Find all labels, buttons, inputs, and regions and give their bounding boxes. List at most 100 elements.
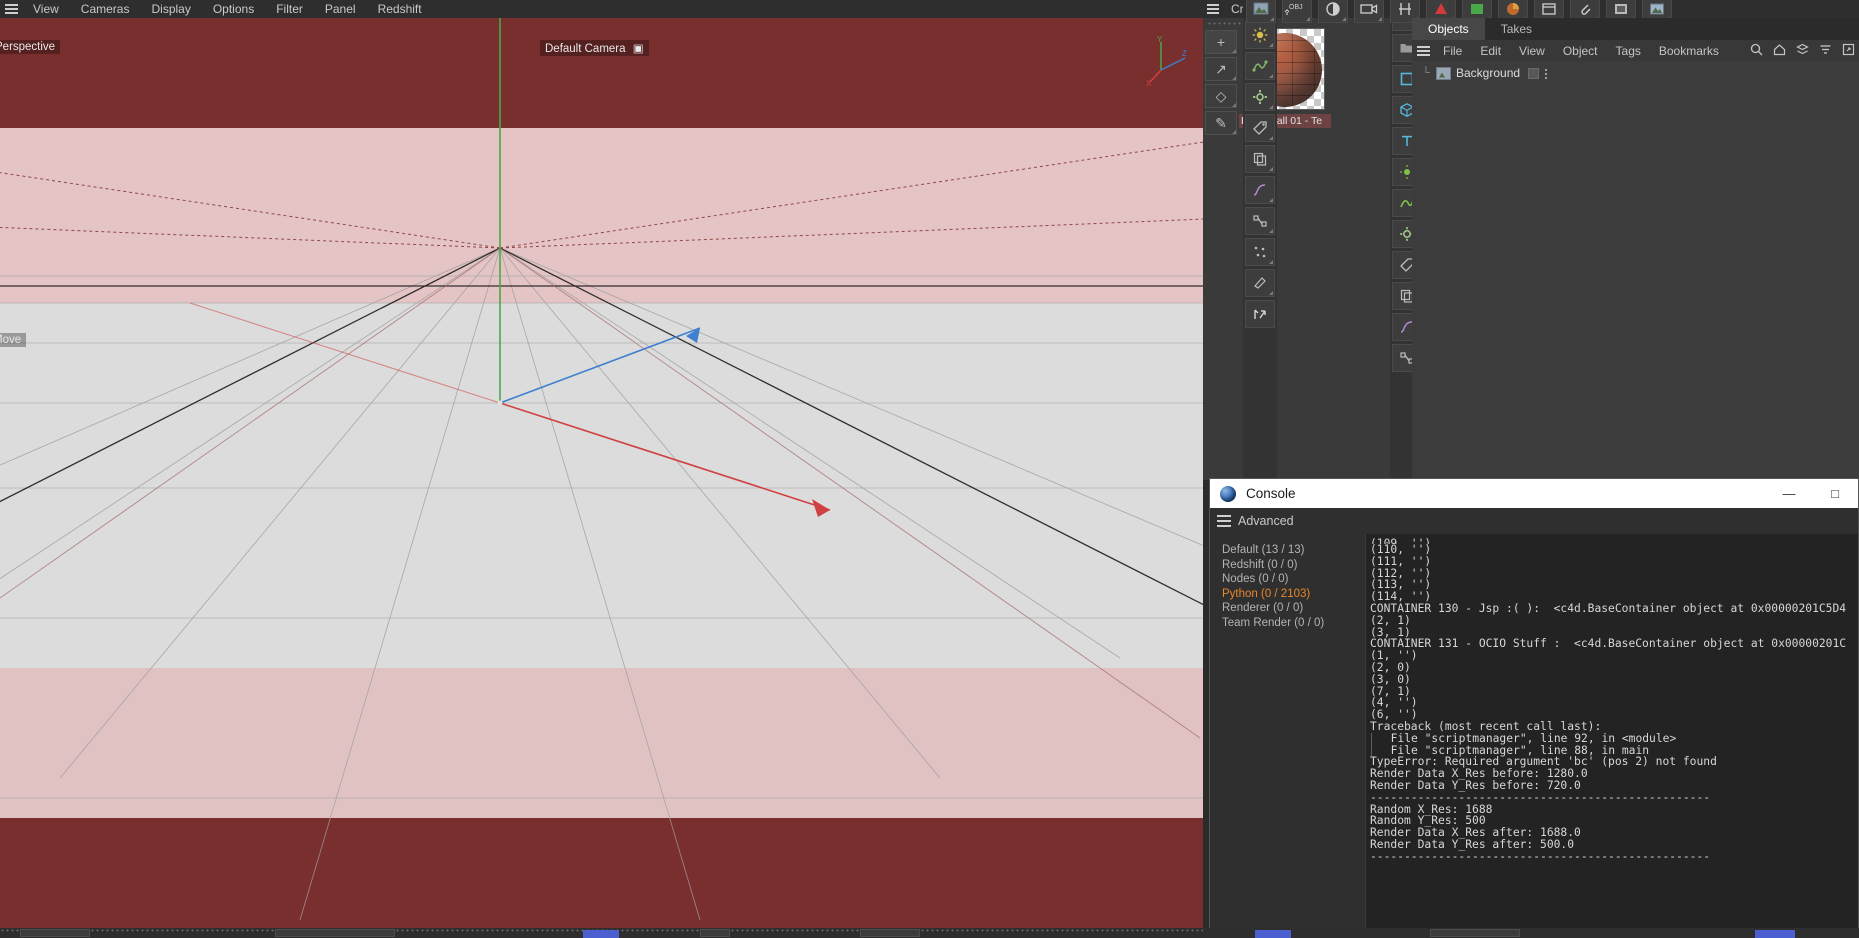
copy-icon[interactable] bbox=[1245, 145, 1275, 173]
move-tool-icon[interactable]: ↗ bbox=[1205, 57, 1237, 81]
console-log-output[interactable]: (109, '')(110, '')(111, '')(112, '')(113… bbox=[1365, 534, 1858, 938]
svg-text:Z: Z bbox=[1182, 49, 1187, 58]
object-menu-view[interactable]: View bbox=[1510, 44, 1554, 58]
settings-gear-icon[interactable] bbox=[1245, 83, 1275, 111]
object-manager-list[interactable]: └ Background bbox=[1412, 61, 1859, 478]
object-menu-object[interactable]: Object bbox=[1554, 44, 1607, 58]
viewport-menu-display[interactable]: Display bbox=[140, 0, 201, 18]
material-tag-icon[interactable] bbox=[1528, 67, 1540, 79]
filter-icon[interactable] bbox=[1819, 43, 1832, 59]
axis-gizmo[interactable]: Y Z X bbox=[1145, 36, 1191, 88]
console-log-line: (7, 1) bbox=[1370, 684, 1411, 698]
timeline-field-4[interactable] bbox=[860, 929, 920, 937]
timeline-marker-2[interactable] bbox=[1255, 930, 1291, 938]
camera-icon[interactable]: ▣ bbox=[633, 43, 644, 55]
material-manager[interactable]: Create Edit View › + ↗ ◇ ✎ Brick Wall 01… bbox=[1203, 0, 1393, 480]
plus-tool-icon[interactable]: + bbox=[1205, 30, 1237, 54]
console-log-line: CONTAINER 131 - OCIO Stuff : <c4d.BaseCo… bbox=[1370, 637, 1847, 651]
spline-icon[interactable] bbox=[1245, 176, 1275, 204]
horizon-band-upper bbox=[0, 128, 1203, 303]
svg-text:X: X bbox=[1146, 79, 1152, 88]
console-titlebar[interactable]: Console — □ bbox=[1210, 479, 1858, 508]
dots-tag-icon[interactable] bbox=[1544, 67, 1549, 79]
object-menu-hamburger-icon[interactable] bbox=[1412, 49, 1434, 52]
render-view-icon[interactable] bbox=[1318, 0, 1348, 23]
viewport-canvas[interactable]: Perspective Default Camera ▣ Move View T… bbox=[0, 18, 1203, 920]
material-menu-hamburger-icon[interactable] bbox=[1203, 8, 1223, 10]
console-log-line: (112, '') bbox=[1370, 566, 1432, 580]
console-category-python[interactable]: Python (0 / 2103) bbox=[1222, 587, 1365, 602]
viewport[interactable]: View Cameras Display Options Filter Pane… bbox=[0, 0, 1203, 938]
bottom-timeline-strip bbox=[0, 928, 1859, 938]
expand-icon[interactable] bbox=[1842, 43, 1855, 59]
console-log-line: (3, 0) bbox=[1370, 672, 1411, 686]
viewport-label-camera: Default Camera ▣ bbox=[540, 40, 649, 56]
search-icon[interactable] bbox=[1750, 43, 1763, 59]
object-row-label[interactable]: Background bbox=[1456, 66, 1520, 80]
object-menu-edit[interactable]: Edit bbox=[1471, 44, 1510, 58]
pen-edit-icon[interactable] bbox=[1245, 269, 1275, 297]
tag-icon[interactable] bbox=[1245, 114, 1275, 142]
console-advanced-label[interactable]: Advanced bbox=[1238, 514, 1294, 528]
scale-tool-icon[interactable]: ◇ bbox=[1205, 84, 1237, 108]
home-icon[interactable] bbox=[1773, 43, 1786, 59]
timeline-marker-1[interactable] bbox=[583, 930, 619, 938]
object-manager-menu-icons bbox=[1750, 40, 1855, 61]
viewport-menu-redshift[interactable]: Redshift bbox=[367, 0, 433, 18]
material-manager-body[interactable]: + ↗ ◇ ✎ Brick Wall 01 - Te bbox=[1203, 18, 1393, 480]
object-row-background[interactable]: └ Background bbox=[1412, 64, 1859, 82]
object-menu-tags[interactable]: Tags bbox=[1607, 44, 1650, 58]
export-arrow-icon[interactable] bbox=[1245, 300, 1275, 328]
layers-icon[interactable] bbox=[1796, 43, 1809, 59]
eyedropper-tool-icon[interactable]: ✎ bbox=[1205, 111, 1237, 135]
console-category-renderer[interactable]: Renderer (0 / 0) bbox=[1222, 601, 1365, 616]
panel-drag-handle[interactable] bbox=[1207, 21, 1241, 27]
viewport-menu-options[interactable]: Options bbox=[202, 0, 265, 18]
viewport-menu-view[interactable]: View bbox=[22, 0, 70, 18]
object-row-tags bbox=[1528, 67, 1549, 79]
viewport-menu-hamburger-icon[interactable] bbox=[0, 8, 22, 10]
console-category-nodes[interactable]: Nodes (0 / 0) bbox=[1222, 572, 1365, 587]
console-log-line: (4, '') bbox=[1370, 696, 1418, 710]
top-toolbar: OBJ bbox=[1243, 0, 1859, 23]
console-category-default[interactable]: Default (13 / 13) bbox=[1222, 543, 1365, 558]
timeline-marker-3[interactable] bbox=[1755, 930, 1795, 938]
console-window[interactable]: Console — □ Advanced Default (13 / 13) R… bbox=[1209, 478, 1859, 938]
graph-icon[interactable] bbox=[1245, 207, 1275, 235]
console-submenu: Advanced bbox=[1210, 508, 1858, 534]
console-category-list[interactable]: Default (13 / 13) Redshift (0 / 0) Nodes… bbox=[1210, 534, 1365, 938]
timeline-field-1[interactable] bbox=[20, 929, 90, 937]
minimize-button[interactable]: — bbox=[1766, 479, 1812, 508]
background-object-icon bbox=[1436, 66, 1451, 80]
timeline-field-5[interactable] bbox=[1430, 929, 1520, 937]
viewport-menu-panel[interactable]: Panel bbox=[314, 0, 367, 18]
light-icon[interactable] bbox=[1245, 21, 1275, 49]
viewport-menubar: View Cameras Display Options Filter Pane… bbox=[0, 0, 1203, 18]
console-category-redshift[interactable]: Redshift (0 / 0) bbox=[1222, 558, 1365, 573]
console-category-team-render[interactable]: Team Render (0 / 0) bbox=[1222, 616, 1365, 631]
object-manager[interactable]: Objects Takes File Edit View Object Tags… bbox=[1412, 18, 1859, 478]
console-log-line: Render Data Y_Res before: 720.0 bbox=[1370, 778, 1581, 792]
console-log-line: ----------------------------------------… bbox=[1370, 849, 1711, 863]
viewport-menu-filter[interactable]: Filter bbox=[265, 0, 314, 18]
console-log-line: ----------------------------------------… bbox=[1370, 790, 1711, 804]
viewport-menu-cameras[interactable]: Cameras bbox=[70, 0, 141, 18]
scene-image-icon[interactable] bbox=[1246, 0, 1276, 23]
cinema4d-app-icon bbox=[1220, 485, 1236, 502]
render-camera-icon[interactable] bbox=[1354, 0, 1384, 23]
console-log-line: (2, 1) bbox=[1370, 613, 1411, 627]
dots-grid-icon[interactable] bbox=[1245, 238, 1275, 266]
timeline-field-2[interactable] bbox=[275, 929, 395, 937]
maximize-button[interactable]: □ bbox=[1812, 479, 1858, 508]
console-log-line: (110, '') bbox=[1370, 543, 1432, 556]
console-log-line: File "scriptmanager", line 92, in <modul… bbox=[1371, 732, 1858, 745]
deformer-icon[interactable] bbox=[1245, 52, 1275, 80]
obj-export-icon[interactable]: OBJ bbox=[1282, 0, 1312, 23]
tab-objects[interactable]: Objects bbox=[1412, 18, 1485, 40]
console-hamburger-icon[interactable] bbox=[1210, 520, 1238, 522]
object-menu-file[interactable]: File bbox=[1434, 44, 1471, 58]
object-menu-bookmarks[interactable]: Bookmarks bbox=[1650, 44, 1728, 58]
viewport-label-move: Move bbox=[0, 333, 27, 347]
tab-takes[interactable]: Takes bbox=[1485, 18, 1548, 40]
timeline-field-3[interactable] bbox=[700, 929, 730, 937]
